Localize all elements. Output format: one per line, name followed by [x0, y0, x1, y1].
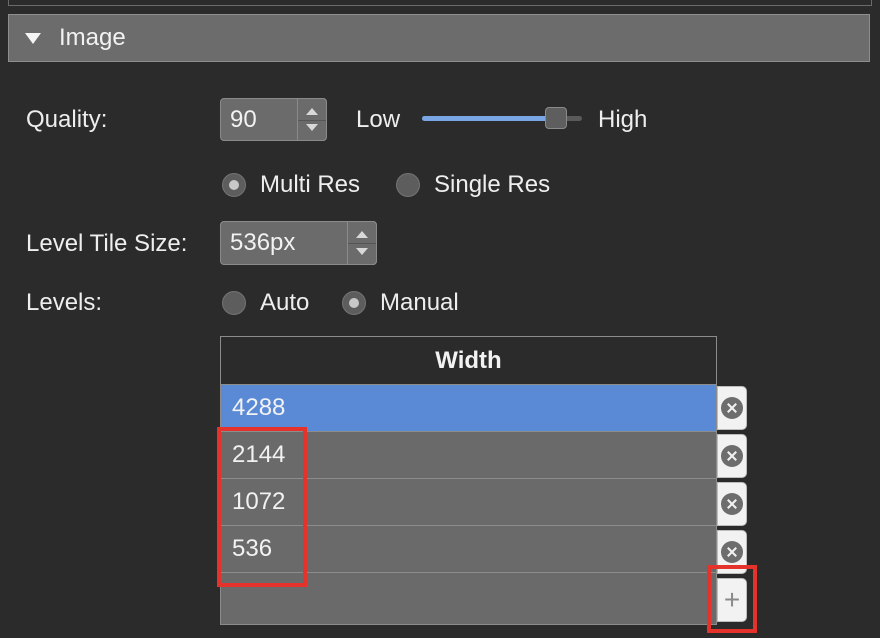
auto-label: Auto	[260, 289, 310, 316]
levels-label: Levels:	[26, 289, 103, 316]
quality-slider[interactable]	[422, 107, 582, 129]
width-column-header[interactable]: Width	[221, 337, 716, 385]
section-title: Image	[59, 24, 126, 51]
tile-size-field[interactable]: 536px	[220, 221, 377, 265]
remove-row-button[interactable]	[717, 386, 747, 430]
remove-row-button[interactable]	[717, 434, 747, 478]
stepper-down-icon[interactable]	[306, 124, 318, 131]
tile-size-stepper[interactable]	[347, 221, 377, 265]
image-section-header[interactable]: Image	[8, 14, 870, 62]
single-res-label: Single Res	[434, 171, 551, 198]
quality-label: Quality:	[26, 106, 108, 133]
radio-multi-res[interactable]	[222, 173, 246, 197]
tile-size-label: Level Tile Size:	[26, 230, 188, 257]
radio-manual[interactable]	[342, 291, 366, 315]
stepper-down-icon[interactable]	[356, 248, 368, 255]
stepper-up-icon[interactable]	[356, 231, 368, 238]
quality-high-label: High	[598, 106, 648, 133]
radio-auto[interactable]	[222, 291, 246, 315]
radio-single-res[interactable]	[396, 173, 420, 197]
highlight-box-add	[707, 565, 757, 633]
quality-slider-knob[interactable]	[545, 107, 568, 129]
remove-row-button[interactable]	[717, 482, 747, 526]
remove-circle-icon	[721, 541, 743, 563]
remove-circle-icon	[721, 445, 743, 467]
stepper-up-icon[interactable]	[306, 108, 318, 115]
quality-slider-fill	[422, 116, 557, 121]
quality-field[interactable]: 90	[220, 98, 327, 141]
manual-label: Manual	[380, 289, 459, 316]
top-divider	[8, 0, 872, 6]
quality-low-label: Low	[356, 106, 401, 133]
remove-circle-icon	[721, 493, 743, 515]
quality-stepper[interactable]	[297, 98, 327, 141]
highlight-box-rows	[217, 427, 307, 587]
multi-res-label: Multi Res	[260, 171, 361, 198]
row-value: 4288	[232, 394, 286, 421]
table-row[interactable]: 4288	[221, 385, 716, 432]
remove-circle-icon	[721, 397, 743, 419]
disclosure-triangle-icon[interactable]	[25, 32, 41, 44]
